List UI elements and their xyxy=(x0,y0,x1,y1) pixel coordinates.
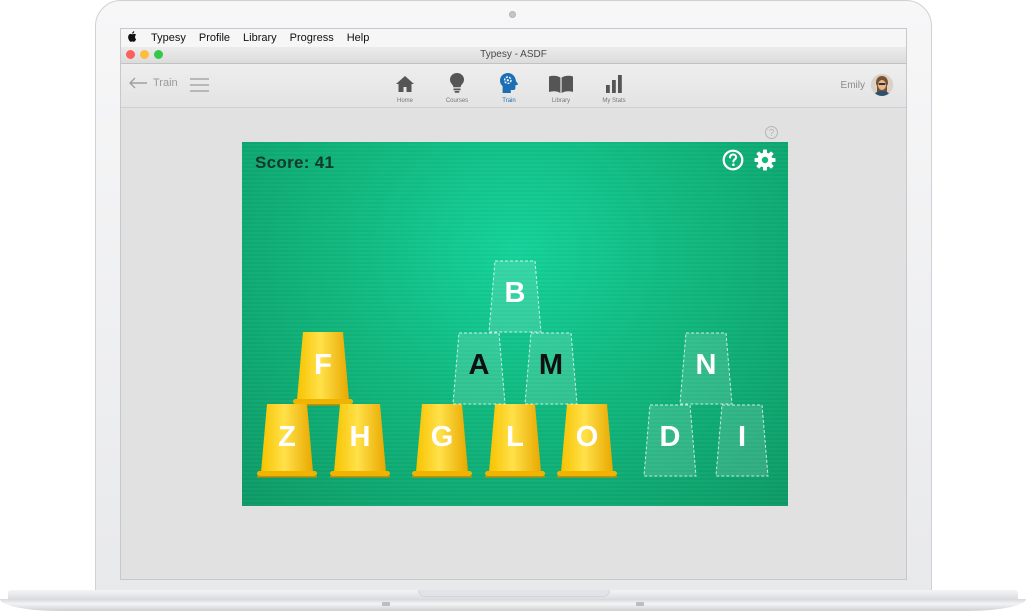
brain-head-icon xyxy=(500,73,518,93)
score-label: Score: xyxy=(255,153,310,172)
avatar xyxy=(871,74,893,96)
help-circle-icon xyxy=(722,149,744,171)
cup-letter: A xyxy=(468,349,490,381)
lightbulb-icon xyxy=(450,73,464,93)
cup-stacked: G xyxy=(410,404,474,478)
nav-library-label: Library xyxy=(551,98,571,104)
laptop-foot xyxy=(382,602,390,606)
book-icon xyxy=(549,75,573,93)
hamburger-icon xyxy=(190,78,209,92)
cup-stacked: O xyxy=(555,404,619,478)
cup-letter: M xyxy=(538,349,564,381)
menu-toggle-button[interactable] xyxy=(190,78,209,97)
home-icon xyxy=(396,76,414,92)
cup-letter: N xyxy=(695,349,717,381)
cup-stacked: F xyxy=(291,332,355,406)
cup-stacked: Z xyxy=(255,404,319,478)
trackpad-notch xyxy=(418,590,610,597)
gear-icon xyxy=(754,149,776,171)
cup-letter: F xyxy=(314,349,332,381)
cup-letter: Z xyxy=(278,421,296,453)
laptop-base xyxy=(0,590,1026,611)
menu-bar: Typesy Profile Library Progress Help xyxy=(121,29,906,47)
nav-my-stats[interactable]: My Stats xyxy=(584,69,644,104)
page-help-icon[interactable]: ? xyxy=(765,126,778,139)
camera xyxy=(509,11,516,18)
score-display: Score: 41 xyxy=(255,153,334,173)
game-settings-button[interactable] xyxy=(754,149,776,176)
avatar-image xyxy=(871,74,893,96)
cup-letter: B xyxy=(504,277,526,309)
cup-pending: D xyxy=(638,404,702,478)
menu-help[interactable]: Help xyxy=(347,32,370,44)
nav-home-label: Home xyxy=(396,98,413,104)
game-help-button[interactable] xyxy=(722,149,744,176)
menu-library[interactable]: Library xyxy=(243,32,277,44)
nav-courses-label: Courses xyxy=(445,98,469,104)
menu-progress[interactable]: Progress xyxy=(290,32,334,44)
cup-letter: I xyxy=(737,421,747,453)
window-title-bar: Typesy - ASDF xyxy=(121,47,906,64)
cup-letter: D xyxy=(659,421,681,453)
cup-letter: H xyxy=(349,421,371,453)
back-arrow-icon xyxy=(129,77,147,89)
cup-stacked: H xyxy=(328,404,392,478)
back-label: Train xyxy=(153,77,178,89)
cup-stacked: L xyxy=(483,404,547,478)
cup-target: M xyxy=(519,332,583,406)
laptop-foot xyxy=(636,602,644,606)
cup-target: A xyxy=(447,332,511,406)
nav-my-stats-label: My Stats xyxy=(602,98,626,104)
cup-letter: L xyxy=(506,421,524,453)
bar-chart-icon xyxy=(606,75,622,93)
score-value: 41 xyxy=(314,153,335,172)
cup-letter: G xyxy=(430,421,454,453)
game-board: Score: 41 F Z H G L O B A M N D I xyxy=(242,142,788,506)
nav-courses[interactable]: Courses xyxy=(427,69,487,104)
app-toolbar: Train Home Courses Train Library My Stat… xyxy=(121,64,906,108)
window-title: Typesy - ASDF xyxy=(480,49,547,60)
menu-profile[interactable]: Profile xyxy=(199,32,230,44)
menu-typesy[interactable]: Typesy xyxy=(151,32,186,44)
user-name: Emily xyxy=(840,79,865,91)
nav-train-label: Train xyxy=(502,98,516,104)
nav-home[interactable]: Home xyxy=(375,69,435,104)
cup-pending: I xyxy=(710,404,774,478)
user-menu[interactable]: Emily xyxy=(841,74,893,96)
apple-icon[interactable] xyxy=(127,31,139,45)
back-button[interactable]: Train xyxy=(128,77,178,89)
nav-train[interactable]: Train xyxy=(479,69,539,104)
cup-pending: N xyxy=(674,332,738,406)
app-screen: Typesy Profile Library Progress Help Typ… xyxy=(120,28,907,580)
nav-library[interactable]: Library xyxy=(531,69,591,104)
cup-pending: B xyxy=(483,260,547,334)
cup-letter: O xyxy=(575,421,599,453)
